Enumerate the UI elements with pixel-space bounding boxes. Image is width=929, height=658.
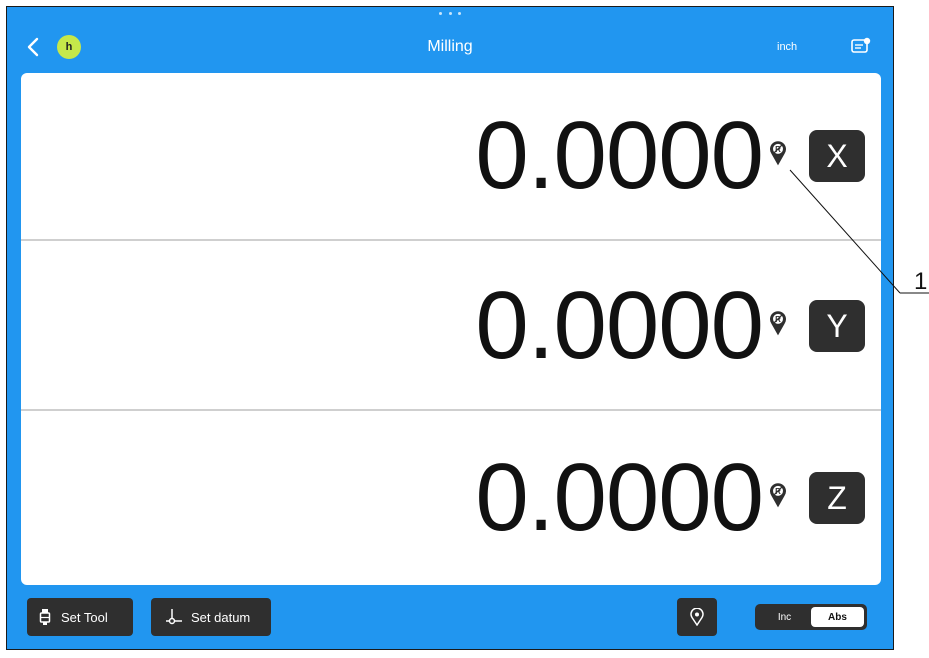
axis-z-button[interactable]: Z — [809, 472, 865, 524]
reference-mark-icon: R — [770, 311, 786, 336]
axis-y-button[interactable]: Y — [809, 300, 865, 352]
inc-abs-toggle[interactable]: Inc Abs — [755, 604, 867, 630]
tool-icon — [39, 609, 51, 625]
location-pin-icon — [690, 608, 704, 626]
abs-option[interactable]: Abs — [811, 607, 864, 627]
window-grabber[interactable] — [439, 12, 461, 16]
reference-mark-icon: R — [770, 483, 786, 508]
set-tool-button[interactable]: Set Tool — [27, 598, 133, 636]
set-tool-label: Set Tool — [61, 609, 108, 625]
reference-mark-icon: R — [770, 141, 786, 166]
unit-toggle[interactable]: inch — [777, 31, 797, 63]
axis-y-value: 0.0000 — [475, 272, 764, 379]
callout-number: 1 — [914, 268, 928, 295]
inc-option[interactable]: Inc — [758, 607, 811, 627]
page-title: Milling — [427, 38, 473, 55]
set-datum-button[interactable]: Set datum — [151, 598, 271, 636]
datum-icon — [166, 609, 182, 625]
axis-row-x: 0.0000 R X — [21, 73, 881, 241]
settings-screen-icon[interactable] — [851, 37, 871, 55]
axis-x-button[interactable]: X — [809, 130, 865, 182]
set-datum-label: Set datum — [191, 609, 251, 625]
axis-row-y: 0.0000 R Y — [21, 243, 881, 411]
axis-x-value: 0.0000 — [475, 102, 764, 209]
axis-display-panel: 0.0000 R X 0.0000 R Y 0.0000 — [21, 73, 881, 585]
reference-button[interactable] — [677, 598, 717, 636]
app-screen: h Milling inch 0.0000 R X 0.0000 R — [6, 6, 894, 650]
axis-row-z: 0.0000 R Z — [21, 414, 881, 582]
axis-z-value: 0.0000 — [475, 444, 764, 551]
